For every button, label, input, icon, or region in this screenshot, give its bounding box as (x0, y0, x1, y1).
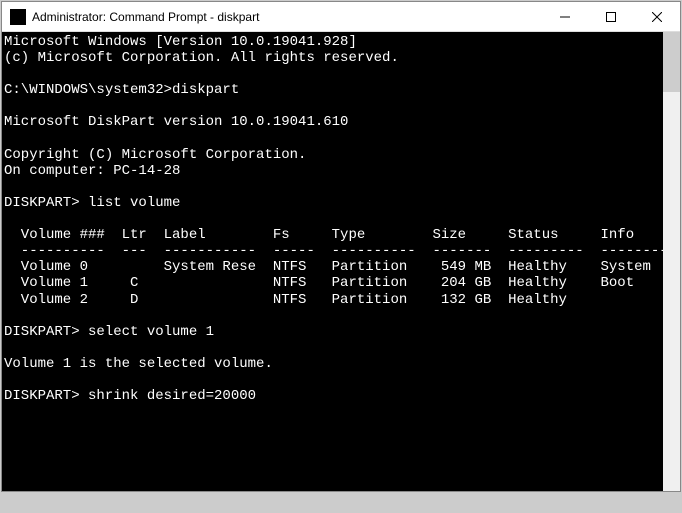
terminal-area: Microsoft Windows [Version 10.0.19041.92… (2, 32, 680, 491)
maximize-icon (606, 12, 616, 22)
scroll-thumb[interactable] (663, 32, 680, 92)
terminal-output[interactable]: Microsoft Windows [Version 10.0.19041.92… (2, 32, 663, 491)
command-prompt-window: Administrator: Command Prompt - diskpart… (1, 1, 681, 492)
window-controls (542, 2, 680, 31)
minimize-icon (560, 12, 570, 22)
minimize-button[interactable] (542, 2, 588, 31)
close-icon (652, 12, 662, 22)
titlebar[interactable]: Administrator: Command Prompt - diskpart (2, 2, 680, 32)
app-icon (10, 9, 26, 25)
close-button[interactable] (634, 2, 680, 31)
vertical-scrollbar[interactable] (663, 32, 680, 491)
window-title: Administrator: Command Prompt - diskpart (32, 10, 542, 24)
maximize-button[interactable] (588, 2, 634, 31)
